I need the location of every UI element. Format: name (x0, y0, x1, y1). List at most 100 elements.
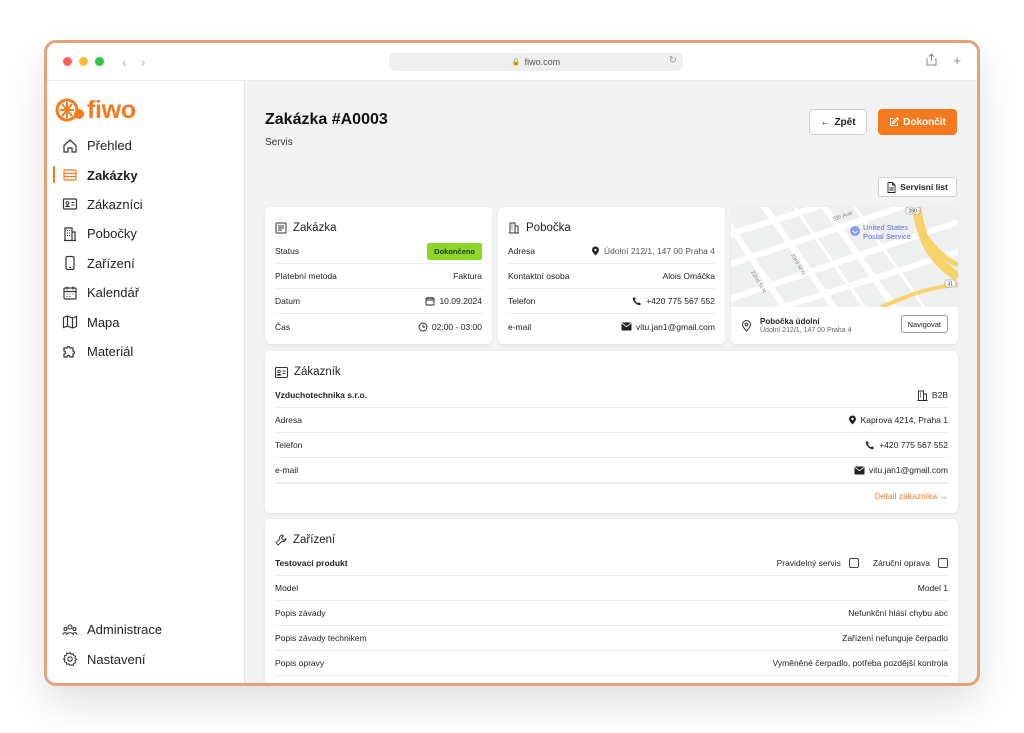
map-image: United States Postal Service 5th Ave 23r… (731, 207, 958, 307)
row-label: Popis závady (275, 608, 326, 618)
sidebar-item-zarizeni[interactable]: Zařízení (47, 249, 244, 278)
building-icon (917, 390, 928, 401)
warranty-repair-label: Záruční oprava (872, 558, 930, 568)
customer-card: Zákazník Vzduchotechnika s.r.o. B2B Adre… (265, 351, 958, 513)
sidebar: fiwo Přehled Zakázky Zákazníci Pobočky Z… (47, 81, 245, 683)
sidebar-item-mapa[interactable]: Mapa (47, 307, 244, 336)
device-card-heading: Zařízení (293, 534, 336, 546)
sidebar-item-administrace[interactable]: Administrace (47, 615, 244, 644)
page-header: Zakázka #A0003 Servis ← Zpět Dokončit Se… (265, 81, 957, 207)
customer-row-phone: Telefon +420 775 567 552 (275, 433, 948, 458)
customer-row-email: e-mail vitu.jan1@gmail.com (275, 458, 948, 483)
row-value: 10.09.2024 (439, 296, 482, 306)
row-label: e-mail (508, 321, 532, 332)
sidebar-item-pobocky[interactable]: Pobočky (47, 219, 244, 248)
branch-card-title: Pobočka (498, 207, 725, 237)
sidebar-item-label: Pobočky (87, 226, 137, 242)
row-value[interactable]: +420 775 567 552 (879, 440, 948, 450)
logo[interactable]: fiwo (55, 95, 244, 125)
address-bar[interactable]: 🔒 fiwo.com ↻ (389, 53, 683, 71)
order-card-heading: Zakázka (293, 222, 337, 234)
row-value: Údolní 212/1, 147 00 Praha 4 (603, 246, 715, 256)
branch-card: Pobočka Adresa Údolní 212/1, 147 00 Prah… (498, 207, 725, 344)
device-card-title: Zařízení (265, 519, 958, 549)
status-badge: Dokončeno (427, 242, 482, 260)
row-label: Čas (275, 321, 291, 332)
phone-icon (61, 254, 79, 272)
row-label: Adresa (508, 246, 535, 256)
service-sheet-button[interactable]: Servisní list (878, 177, 957, 197)
order-row-time: Čas 02:00 - 03:00 (275, 314, 482, 339)
page-subtitle: Servis (265, 137, 293, 148)
row-value[interactable]: +420 775 567 552 (646, 296, 715, 306)
sidebar-item-label: Zařízení (87, 255, 135, 271)
row-label: Platební metoda (275, 271, 337, 281)
reload-icon[interactable]: ↻ (669, 55, 677, 66)
customer-detail-link[interactable]: Detail zákazníka → (275, 483, 948, 508)
calendar-icon (426, 297, 435, 306)
map-label: 31 (948, 282, 954, 288)
clock-icon (418, 322, 428, 331)
row-value: Kaprova 4214, Praha 1 (860, 415, 948, 425)
minimize-window-button[interactable] (79, 57, 88, 66)
map-card: United States Postal Service 5th Ave 23r… (731, 207, 958, 344)
row-label: Status (275, 246, 300, 256)
row-label: e-mail (275, 465, 299, 475)
service-sheet-label: Servisní list (900, 182, 948, 192)
close-window-button[interactable] (63, 57, 72, 66)
order-row-date: Datum 10.09.2024 (275, 289, 482, 314)
device-row-fault-technician: Popis závady technikem Zařízení nefunguj… (275, 626, 948, 651)
map-branch-address: Údolní 212/1, 147 00 Praha 4 (760, 327, 852, 334)
customer-name: Vzduchotechnika s.r.o. (275, 390, 368, 400)
back-button[interactable]: ← Zpět (809, 109, 867, 135)
phone-icon (633, 297, 642, 306)
row-value: Faktura (453, 271, 482, 281)
navigate-button[interactable]: Navigovat (900, 315, 948, 333)
order-card-title: Zakázka (265, 207, 492, 237)
customer-card-heading: Zákazník (294, 366, 341, 378)
share-icon[interactable] (926, 53, 937, 69)
map-branch-name: Pobočka údolní (760, 317, 820, 326)
sidebar-item-zakaznici[interactable]: Zákazníci (47, 190, 244, 219)
map-label: United States (863, 223, 908, 232)
row-value: Nefunkční hlásí chybu abc (848, 608, 948, 618)
sidebar-item-label: Zakázky (87, 167, 138, 183)
customer-card-title: Zákazník (265, 351, 958, 381)
customer-row-address: Adresa Kaprova 4214, Praha 1 (275, 408, 948, 433)
sidebar-item-label: Administrace (87, 622, 163, 638)
browser-titlebar: ‹ › 🔒 fiwo.com ↻ + (47, 43, 977, 81)
back-arrow-icon[interactable]: ‹ (122, 54, 127, 70)
forward-arrow-icon[interactable]: › (141, 54, 146, 70)
location-pin-icon (741, 319, 752, 332)
address-url: fiwo.com (524, 57, 561, 67)
sidebar-item-label: Kalendář (87, 285, 140, 301)
zoom-window-button[interactable] (95, 57, 104, 66)
sidebar-item-zakazky[interactable]: Zakázky (47, 160, 244, 189)
puzzle-icon (61, 342, 79, 360)
row-value: Alois Omáčka (662, 271, 715, 281)
warranty-repair-checkbox[interactable] (938, 558, 948, 568)
sidebar-item-prehled[interactable]: Přehled (47, 131, 244, 160)
sidebar-item-kalendar[interactable]: Kalendář (47, 278, 244, 307)
sidebar-item-material[interactable]: Materiál (47, 337, 244, 366)
sidebar-item-label: Zákazníci (87, 196, 143, 212)
building-icon (509, 222, 519, 234)
regular-service-checkbox[interactable] (848, 558, 859, 568)
sidebar-item-nastaveni[interactable]: Nastavení (47, 645, 244, 674)
new-tab-icon[interactable]: + (953, 53, 961, 69)
row-label: Model (275, 583, 299, 593)
row-value[interactable]: vitu.jan1@gmail.com (869, 465, 948, 475)
row-label: Popis opravy (275, 658, 325, 668)
row-value: Vyměněné čerpadlo, potřeba pozdější kont… (772, 658, 948, 668)
sidebar-nav: Přehled Zakázky Zákazníci Pobočky Zaříze… (47, 131, 244, 366)
device-row-product: Testovací produkt Pravidelný servis Záru… (275, 551, 948, 576)
complete-button[interactable]: Dokončit (878, 109, 957, 135)
list-icon (61, 166, 79, 184)
map-view[interactable]: United States Postal Service 5th Ave 23r… (731, 207, 958, 307)
sidebar-item-label: Mapa (87, 314, 120, 330)
page-title: Zakázka #A0003 (265, 111, 388, 128)
map-icon (61, 313, 79, 331)
location-pin-icon (848, 415, 856, 425)
location-pin-icon (591, 246, 599, 256)
row-value[interactable]: vitu.jan1@gmail.com (636, 322, 715, 332)
